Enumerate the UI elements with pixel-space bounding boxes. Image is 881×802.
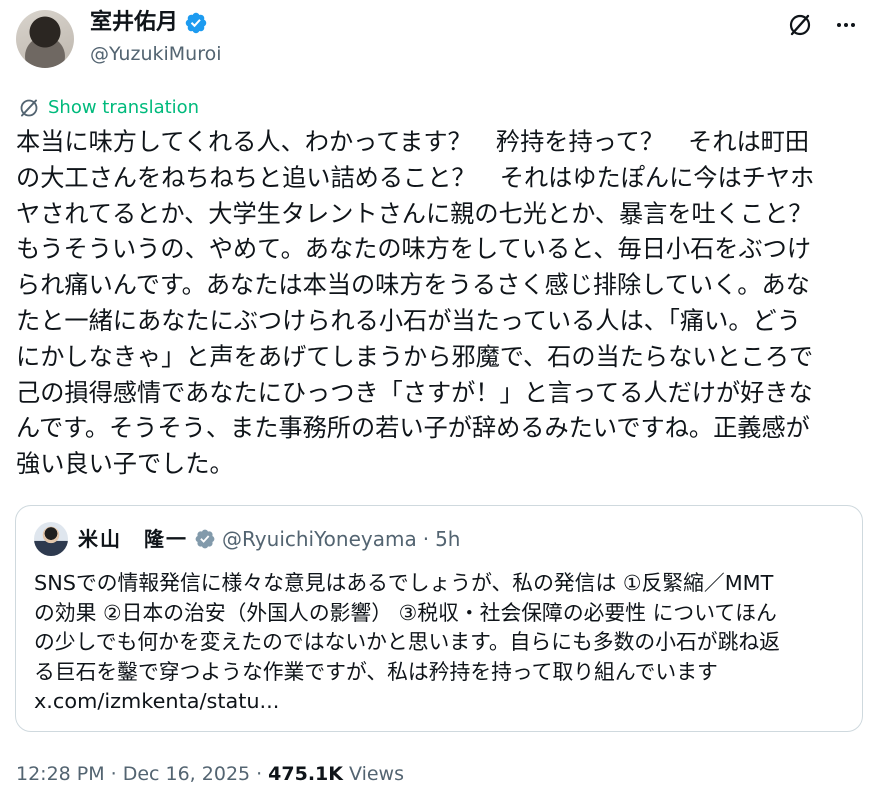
tweet-meta: 12:28 PM · Dec 16, 2025 · 475.1K Views: [16, 761, 404, 787]
quote-author-handle[interactable]: @RyuichiYoneyama: [222, 525, 417, 553]
verified-badge-icon: [195, 529, 215, 549]
meta-separator: ·: [110, 763, 117, 785]
translate-icon: [20, 99, 38, 117]
author-avatar[interactable]: [16, 10, 74, 68]
quote-separator: ·: [422, 527, 430, 551]
quote-header: 米山 隆一 @RyuichiYoneyama · 5h: [78, 525, 460, 553]
author-display-name-row[interactable]: 室井佑月: [90, 8, 208, 38]
show-translation-label[interactable]: Show translation: [48, 96, 199, 120]
author-display-name[interactable]: 室井佑月: [90, 8, 178, 38]
views-count[interactable]: 475.1K: [268, 761, 343, 787]
tweet-text: 本当に味方してくれる人、わかってます？ 矜持を持って？ それは町田 の大工さんを…: [16, 128, 815, 479]
show-translation-link[interactable]: Show translation: [18, 96, 199, 120]
tweet-time[interactable]: 12:28 PM: [16, 761, 105, 787]
more-dots-icon: [837, 23, 855, 27]
tweet-date[interactable]: Dec 16, 2025: [123, 761, 250, 787]
slash-circle-icon: [789, 14, 811, 36]
quote-timestamp[interactable]: 5h: [435, 525, 460, 553]
quote-author-avatar[interactable]: [34, 522, 68, 556]
grok-button[interactable]: [785, 10, 815, 40]
more-options-button[interactable]: [831, 10, 861, 40]
quote-text: SNSでの情報発信に様々な意見はあるでしょうが、私の発信は ①反緊縮／MMT の…: [34, 571, 780, 713]
quoted-tweet[interactable]: 米山 隆一 @RyuichiYoneyama · 5h SNSでの情報発信に様々…: [15, 505, 863, 732]
author-handle[interactable]: @YuzukiMuroi: [90, 41, 222, 67]
quote-author-name[interactable]: 米山 隆一: [78, 525, 188, 553]
meta-separator: ·: [256, 763, 263, 785]
views-label: Views: [349, 763, 404, 785]
tweet-actions-top: [785, 10, 861, 40]
verified-badge-icon: [185, 12, 207, 34]
